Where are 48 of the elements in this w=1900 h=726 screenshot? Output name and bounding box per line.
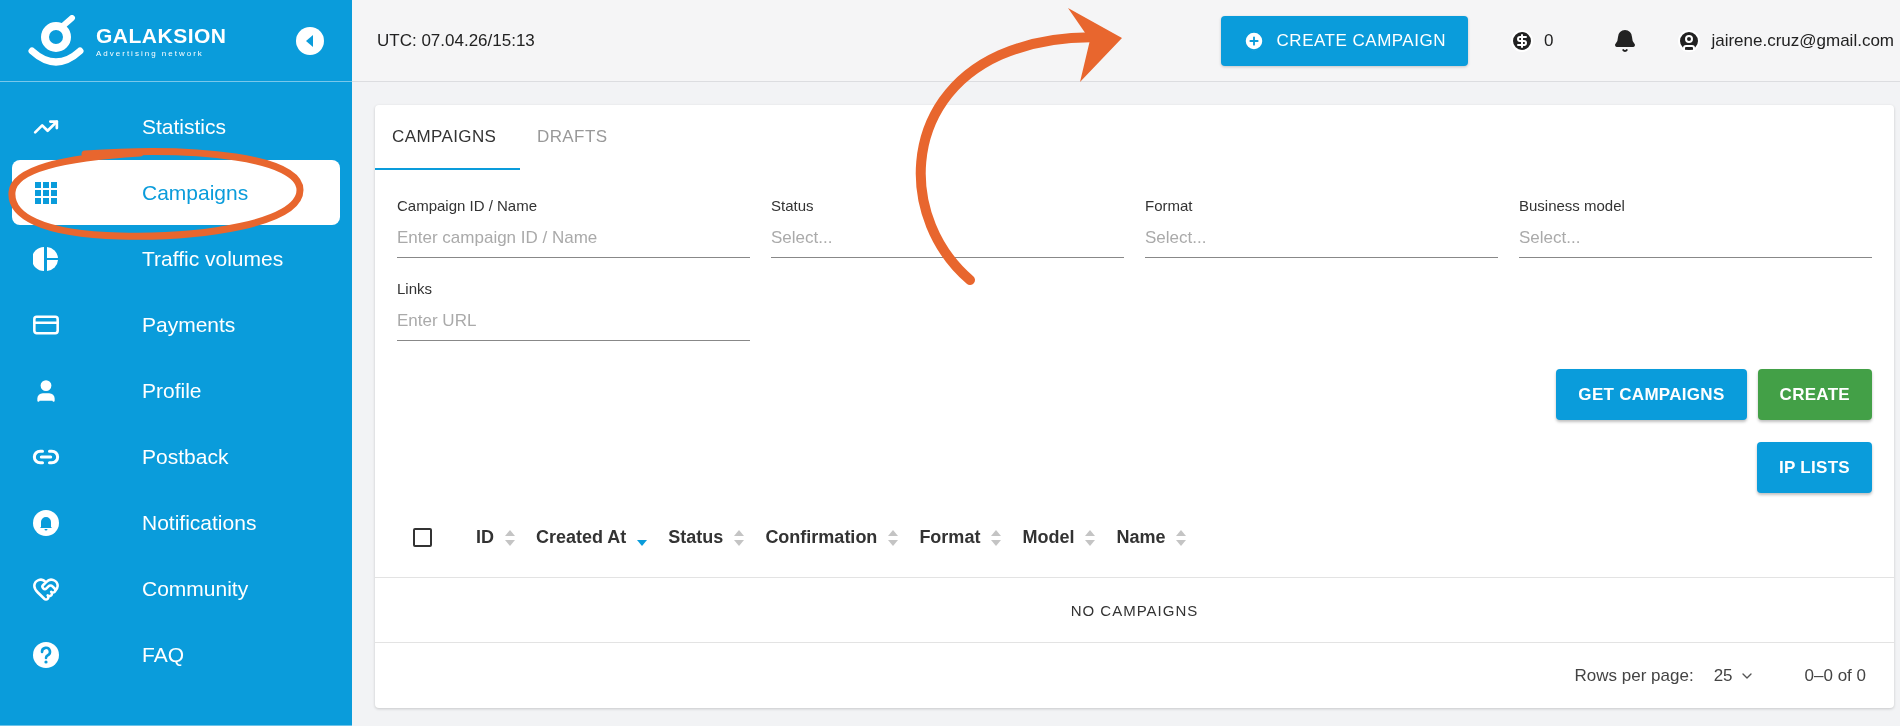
logo-icon [28, 14, 86, 67]
column-header[interactable]: Created At [536, 527, 649, 548]
logo-name: GALAKSION [96, 23, 228, 48]
sidebar-item[interactable]: Statistics [12, 94, 340, 159]
plus-icon [1242, 29, 1265, 52]
field-label: Format [1145, 197, 1194, 214]
create-campaign-button[interactable]: CREATE CAMPAIGN [1220, 15, 1468, 66]
column-header[interactable]: Model [1022, 527, 1097, 548]
grid-icon [35, 181, 57, 204]
empty-message: NO CAMPAIGNS [1070, 601, 1199, 619]
rows-per-page-label: Rows per page: [1574, 665, 1694, 686]
column-header[interactable]: Status [668, 527, 746, 548]
balance: 0 [1543, 30, 1554, 51]
tab[interactable]: CAMPAIGNS [375, 105, 520, 170]
collapse-button[interactable] [296, 26, 324, 55]
page-range: 0–0 of 0 [1804, 665, 1866, 686]
field-label: Business model [1519, 197, 1626, 214]
field-label: Status [771, 197, 815, 214]
field-label: Links [397, 280, 434, 297]
dollar-icon[interactable] [1509, 28, 1534, 53]
sidebar-item[interactable]: Campaigns [12, 160, 340, 225]
column-header[interactable]: Confirmation [765, 527, 900, 548]
rows-per-page-select[interactable]: 25 [1713, 665, 1755, 686]
caret-icon [305, 34, 315, 47]
bell-icon[interactable] [1613, 28, 1638, 53]
utc-time: UTC: 07.04.26/15:13 [377, 30, 536, 51]
column-header[interactable]: ID [476, 527, 516, 548]
user-email[interactable]: jairene.cruz@gmail.com [1711, 30, 1894, 51]
sidebar-item[interactable]: Community [12, 556, 340, 621]
action-button[interactable]: GET CAMPAIGNS [1556, 369, 1747, 420]
sidebar-item[interactable]: FAQ [12, 622, 340, 687]
help-icon [32, 640, 60, 669]
pie-chart-icon [33, 245, 59, 272]
column-header[interactable]: Name [1116, 527, 1188, 548]
account-icon[interactable] [1677, 28, 1702, 53]
sidebar-item[interactable]: Traffic volumes [12, 226, 340, 291]
action-button[interactable]: CREATE [1757, 369, 1872, 420]
sidebar-item[interactable]: Profile [12, 358, 340, 423]
sidebar-item[interactable]: Postback [12, 424, 340, 489]
logo-tagline: Advertising network [96, 48, 205, 58]
tab[interactable]: DRAFTS [520, 105, 665, 170]
field-label: Campaign ID / Name [397, 197, 539, 214]
bell-icon [32, 508, 60, 537]
sidebar-item[interactable]: Notifications [12, 490, 340, 555]
column-header[interactable]: Format [919, 527, 1003, 548]
sidebar-item[interactable]: Payments [12, 292, 340, 357]
action-button[interactable]: IP LISTS [1756, 442, 1872, 493]
select-all-checkbox[interactable] [413, 528, 432, 547]
